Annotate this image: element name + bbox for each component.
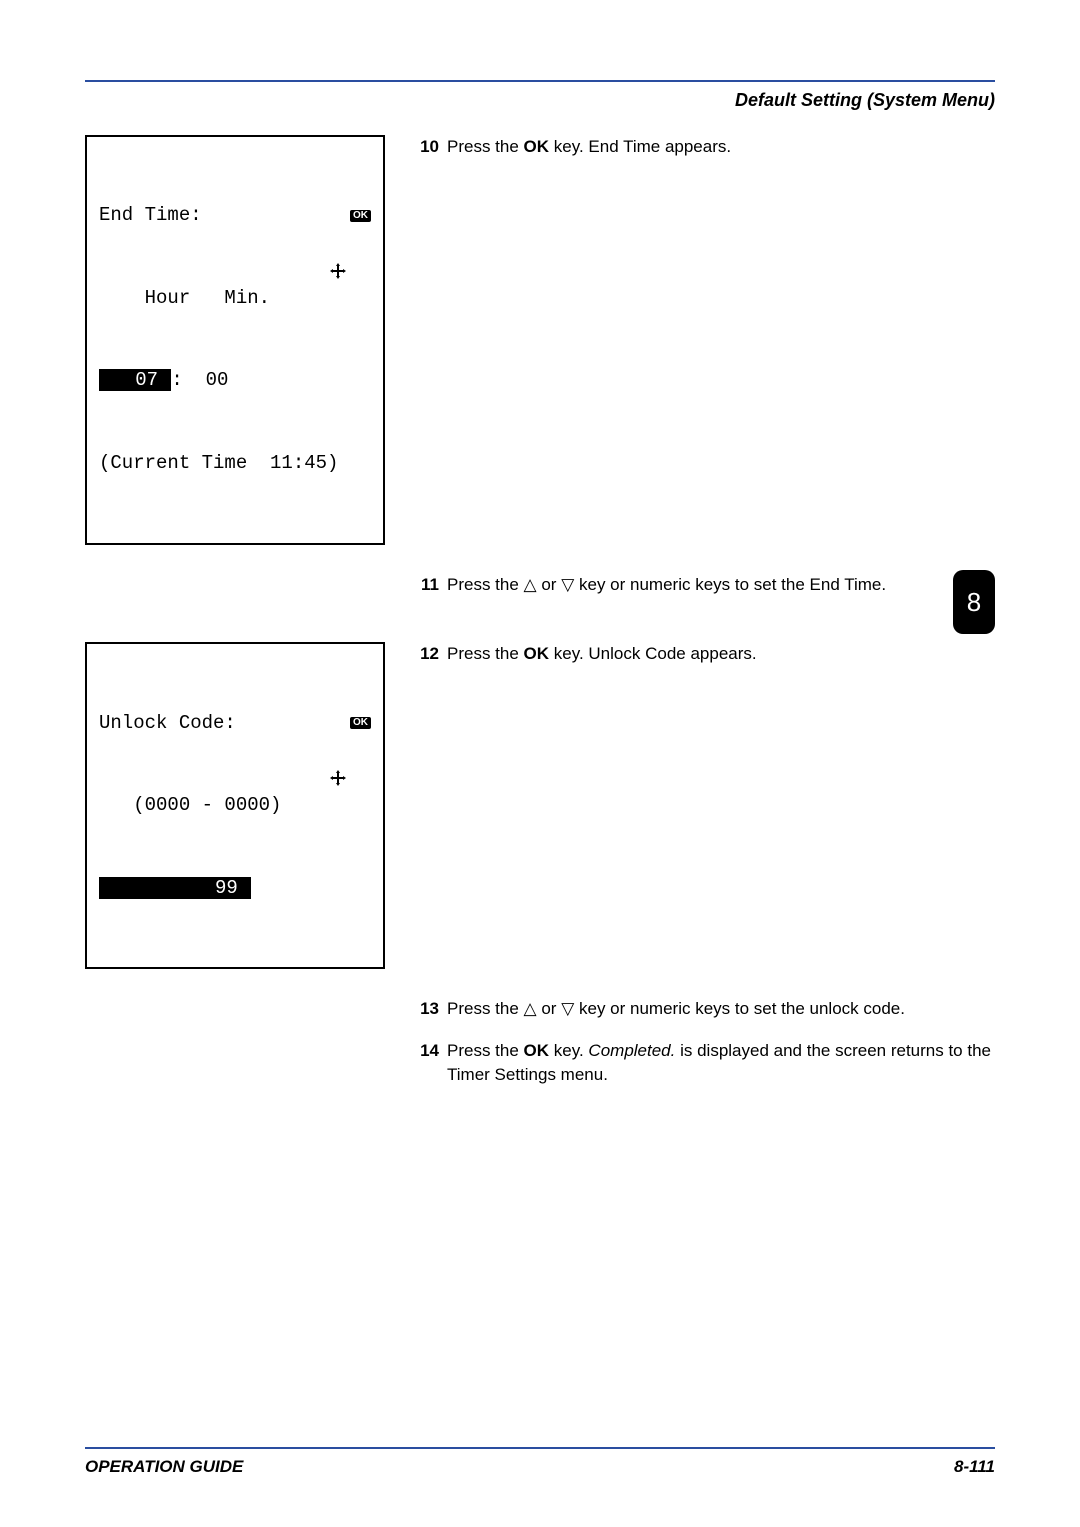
step-10: 10 Press the OK key. End Time appears. (415, 135, 995, 159)
t: key. Unlock Code appears. (549, 644, 757, 663)
time-colon: : (171, 369, 182, 391)
t: key or numeric keys to set the unlock co… (574, 999, 905, 1018)
t: Press the (447, 644, 524, 663)
down-triangle-icon: ▽ (561, 999, 574, 1018)
minute-value: 00 (183, 369, 229, 391)
ok-key: OK (524, 137, 550, 156)
instruction-block-2: 11 Press the △ or ▽ key or numeric keys … (415, 573, 995, 615)
chapter-number: 8 (967, 587, 981, 618)
step-text: Press the OK key. End Time appears. (447, 135, 995, 159)
lcd-time-row: 07 : 00 (99, 367, 371, 395)
t: Press the (447, 137, 524, 156)
lcd-unlock-code: Unlock Code: OK (0000 - 0000) 99 (85, 642, 385, 969)
ok-icon: OK (350, 210, 371, 222)
footer-rule (85, 1447, 995, 1449)
lcd-end-time: End Time: OK Hour Min. 07 : 00 (Current … (85, 135, 385, 545)
lcd-icons: OK (330, 715, 371, 731)
footer-right: 8-111 (954, 1457, 995, 1477)
up-triangle-icon: △ (524, 999, 537, 1018)
step-text: Press the △ or ▽ key or numeric keys to … (447, 573, 995, 597)
step-number: 14 (415, 1039, 439, 1087)
step-number: 10 (415, 135, 439, 159)
t: or (537, 999, 562, 1018)
instruction-block-4: 13 Press the △ or ▽ key or numeric keys … (415, 997, 995, 1104)
row-endtime: End Time: OK Hour Min. 07 : 00 (Current … (85, 135, 995, 545)
header-rule (85, 80, 995, 82)
up-triangle-icon: △ (524, 575, 537, 594)
hour-value-selected: 07 (99, 369, 171, 391)
lcd-current-time: (Current Time 11:45) (99, 450, 371, 478)
lcd-title: Unlock Code: (99, 710, 236, 738)
step-13: 13 Press the △ or ▽ key or numeric keys … (415, 997, 995, 1021)
t: Press the (447, 575, 524, 594)
nav-cross-icon (330, 715, 346, 731)
section-header: Default Setting (System Menu) (85, 90, 995, 111)
chapter-tab: 8 (953, 570, 995, 634)
t: key or numeric keys to set the End Time. (574, 575, 886, 594)
footer-left: OPERATION GUIDE (85, 1457, 243, 1477)
down-triangle-icon: ▽ (561, 575, 574, 594)
nav-cross-icon (330, 208, 346, 224)
page: Default Setting (System Menu) End Time: … (0, 0, 1080, 1527)
lcd-icons: OK (330, 208, 371, 224)
ok-key: OK (524, 644, 550, 663)
t: key. (549, 1041, 588, 1060)
instruction-block-1: 10 Press the OK key. End Time appears. (415, 135, 995, 177)
step-text: Press the OK key. Completed. is displaye… (447, 1039, 995, 1087)
step-text: Press the △ or ▽ key or numeric keys to … (447, 997, 995, 1021)
step-number: 12 (415, 642, 439, 666)
lcd-code-row: 99 (99, 875, 371, 903)
t: or (537, 575, 562, 594)
ok-key: OK (524, 1041, 550, 1060)
step-12: 12 Press the OK key. Unlock Code appears… (415, 642, 995, 666)
step-11: 11 Press the △ or ▽ key or numeric keys … (415, 573, 995, 597)
instruction-block-3: 12 Press the OK key. Unlock Code appears… (415, 642, 995, 684)
step-14: 14 Press the OK key. Completed. is displ… (415, 1039, 995, 1087)
row-unlockcode: Unlock Code: OK (0000 - 0000) 99 12 Pres… (85, 642, 995, 969)
spacer (85, 997, 385, 1007)
t: Press the (447, 1041, 524, 1060)
completed-label: Completed. (588, 1041, 675, 1060)
ok-icon: OK (350, 717, 371, 729)
step-number: 11 (415, 573, 439, 597)
lcd-title: End Time: (99, 202, 202, 230)
spacer (85, 573, 385, 583)
step-text: Press the OK key. Unlock Code appears. (447, 642, 995, 666)
row-step11: 11 Press the △ or ▽ key or numeric keys … (85, 573, 995, 615)
footer: OPERATION GUIDE 8-111 (85, 1447, 995, 1477)
code-value-selected: 99 (99, 877, 251, 899)
t: Press the (447, 999, 524, 1018)
row-steps13-14: 13 Press the △ or ▽ key or numeric keys … (85, 997, 995, 1104)
t: key. End Time appears. (549, 137, 731, 156)
step-number: 13 (415, 997, 439, 1021)
